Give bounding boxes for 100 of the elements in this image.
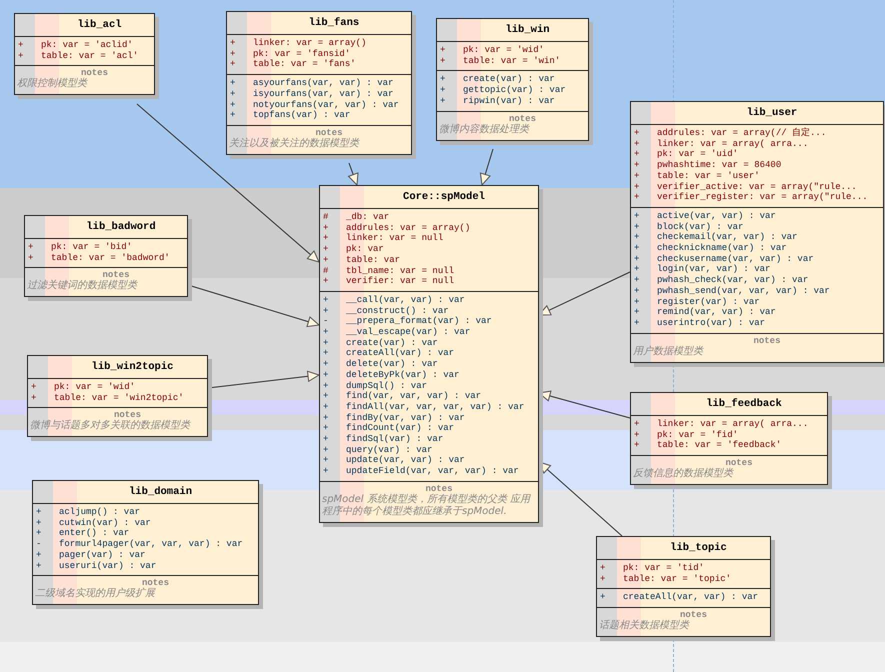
class-name: lib_acl bbox=[77, 19, 122, 31]
operation-text: login(var, var) : var bbox=[657, 264, 770, 276]
operation-text: checknickname(var) : var bbox=[657, 243, 787, 254]
attribute-text: table: var bbox=[346, 254, 400, 266]
operation-text: deleteByPk(var) : var bbox=[346, 370, 460, 381]
operation-text: __val_escape(var) : var bbox=[346, 327, 470, 338]
visibility-symbol: + bbox=[229, 59, 236, 70]
visibility-symbol: + bbox=[35, 550, 42, 561]
visibility-symbol: + bbox=[30, 392, 38, 404]
operation-text: dumpSql() : var bbox=[346, 380, 428, 392]
visibility-symbol: + bbox=[439, 96, 446, 107]
notes-text: 关注以及被关注的数据模型类 bbox=[229, 138, 361, 150]
visibility-symbol: + bbox=[439, 85, 446, 96]
notes-text: 权限控制模型类 bbox=[17, 78, 89, 90]
class-name: lib_feedback bbox=[706, 398, 782, 410]
attribute-text: pk: var = 'tid' bbox=[623, 563, 704, 574]
attribute-text: linker: var = array( arra... bbox=[657, 138, 808, 150]
attribute-text: pk: var = 'wid' bbox=[463, 45, 544, 56]
visibility-symbol: - bbox=[35, 539, 42, 550]
visibility-symbol: + bbox=[322, 359, 330, 370]
notes-text: 微博与话题多对多关联的数据模型类 bbox=[30, 420, 192, 432]
attribute-text: verifier_active: var = array("rule... bbox=[657, 182, 857, 192]
operation-text: findBy(var, var) : var bbox=[346, 412, 465, 424]
visibility-symbol: + bbox=[27, 242, 34, 253]
visibility-symbol: + bbox=[322, 412, 330, 424]
class-name: lib_win2topic bbox=[92, 361, 174, 373]
operation-text: checkemail(var, var) : var bbox=[657, 232, 798, 244]
visibility-symbol: + bbox=[322, 402, 330, 413]
class-name: lib_badword bbox=[86, 221, 156, 233]
operation-text: findCount(var) : var bbox=[346, 423, 454, 434]
visibility-symbol: # bbox=[322, 266, 330, 276]
notes-label: notes bbox=[508, 114, 536, 124]
visibility-symbol: + bbox=[633, 232, 640, 244]
attribute-text: pk: var = 'fid' bbox=[657, 430, 738, 440]
visibility-symbol: + bbox=[633, 160, 640, 171]
attribute-text: pk: var = 'fansid' bbox=[253, 48, 350, 60]
operation-text: gettopic(var) : var bbox=[463, 85, 566, 96]
visibility-symbol: + bbox=[633, 318, 640, 329]
attribute-text: _db: var bbox=[346, 212, 390, 223]
visibility-symbol: + bbox=[633, 286, 640, 297]
visibility-symbol: + bbox=[322, 380, 330, 392]
class-name: lib_user bbox=[746, 107, 798, 119]
operation-text: create(var) : var bbox=[463, 74, 555, 86]
operation-text: createAll(var, var) : var bbox=[623, 592, 758, 604]
operation-text: update(var, var) : var bbox=[346, 455, 465, 466]
visibility-symbol: + bbox=[322, 222, 330, 234]
visibility-symbol: + bbox=[322, 338, 330, 348]
operation-text: remind(var, var) : var bbox=[657, 307, 776, 318]
notes-text: spModel 系统模型类，所有模型类的父类 应用程序中的每个模型类都应继承于spModel. bbox=[322, 494, 532, 518]
attribute-text: linker: var = array() bbox=[253, 38, 366, 49]
visibility-symbol: + bbox=[322, 254, 330, 266]
attribute-text: table: var = 'topic' bbox=[623, 574, 732, 584]
operation-text: __construct() : var bbox=[346, 306, 449, 316]
notes-text: 用户数据模型类 bbox=[633, 346, 705, 358]
visibility-symbol: + bbox=[229, 78, 236, 89]
visibility-symbol: + bbox=[322, 276, 330, 287]
visibility-symbol: + bbox=[633, 296, 640, 308]
visibility-symbol: + bbox=[27, 252, 34, 264]
visibility-symbol: + bbox=[229, 88, 236, 100]
operation-text: enter() : var bbox=[59, 528, 130, 540]
visibility-symbol: + bbox=[633, 138, 640, 150]
visibility-symbol: + bbox=[599, 563, 606, 574]
visibility-symbol: + bbox=[439, 74, 446, 86]
attribute-text: pk: var = 'wid' bbox=[54, 382, 136, 393]
operation-text: register(var) : var bbox=[657, 296, 760, 308]
notes-text: 二级域名实现的用户级扩展 bbox=[35, 588, 156, 600]
visibility-symbol: + bbox=[633, 440, 640, 452]
attribute-text: pk: var = 'uid' bbox=[657, 149, 738, 160]
visibility-symbol: + bbox=[322, 327, 330, 338]
visibility-symbol: + bbox=[322, 391, 330, 402]
operation-text: delete(var) : var bbox=[346, 359, 438, 370]
notes-label: notes bbox=[114, 410, 141, 420]
visibility-symbol: + bbox=[322, 423, 330, 434]
notes-label: notes bbox=[425, 484, 452, 494]
visibility-symbol: + bbox=[322, 370, 330, 381]
visibility-symbol: + bbox=[35, 560, 42, 572]
operation-text: cutwin(var) : var bbox=[59, 518, 151, 528]
visibility-symbol: + bbox=[229, 110, 236, 121]
visibility-symbol: + bbox=[633, 275, 640, 286]
visibility-symbol: + bbox=[633, 243, 640, 254]
class-name: lib_fans bbox=[308, 17, 360, 29]
operation-text: findSql(var) : var bbox=[346, 434, 444, 445]
operation-text: formurl4pager(var, var, var) : var bbox=[59, 539, 243, 550]
visibility-symbol: + bbox=[322, 233, 330, 244]
visibility-symbol: + bbox=[633, 419, 640, 430]
visibility-symbol: + bbox=[35, 518, 42, 528]
operation-text: isyourfans(var, var) : var bbox=[253, 88, 394, 100]
attribute-text: verifier_register: var = array("rule... bbox=[657, 192, 868, 203]
attribute-text: table: var = 'win' bbox=[463, 56, 560, 66]
operation-text: find(var, var, var) : var bbox=[346, 391, 482, 402]
attribute-text: pwhashtime: var = 86400 bbox=[657, 160, 782, 171]
visibility-symbol: + bbox=[35, 528, 42, 540]
notes-label: notes bbox=[142, 578, 169, 588]
visibility-symbol: + bbox=[229, 100, 236, 110]
attribute-text: linker: var = array( arra... bbox=[657, 419, 808, 430]
operation-text: createAll(var) : var bbox=[346, 348, 454, 360]
operation-text: userintro(var) : var bbox=[657, 318, 766, 329]
visibility-symbol: + bbox=[35, 507, 42, 518]
attribute-text: table: var = 'user' bbox=[657, 170, 760, 182]
attribute-text: pk: var bbox=[346, 244, 384, 255]
